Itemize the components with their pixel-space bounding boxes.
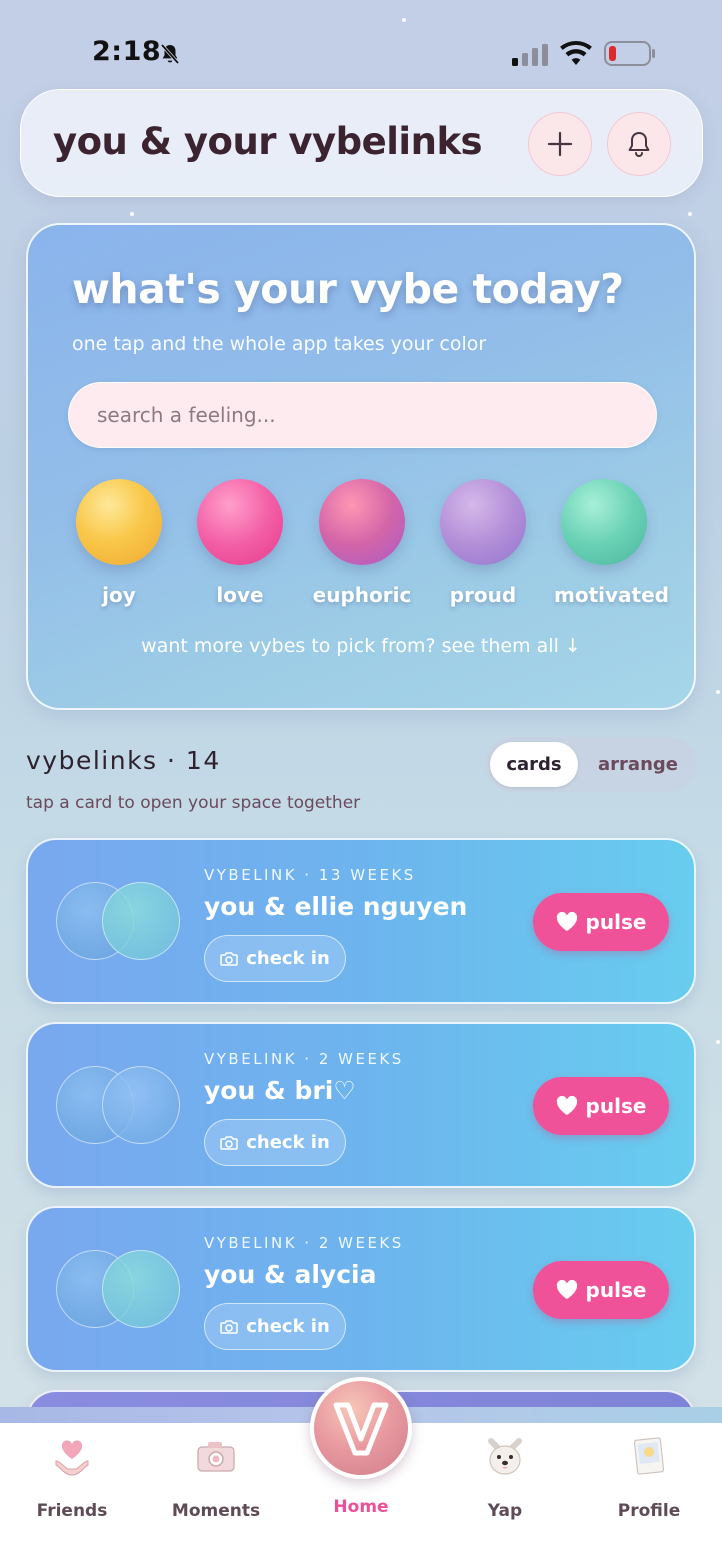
home-logo-button[interactable] — [310, 1377, 412, 1479]
mood-label: proud — [449, 583, 517, 607]
tab-label: Profile — [617, 1501, 681, 1521]
notifications-button[interactable] — [607, 112, 671, 176]
tab-label: Yap — [487, 1501, 523, 1521]
mood-option-euphoric[interactable]: euphoric — [312, 479, 412, 607]
check-in-label: check in — [246, 1316, 330, 1337]
polaroid-icon — [633, 1437, 665, 1475]
top-header: you & your vybelinks — [20, 89, 703, 197]
cards-view-tab[interactable]: cards — [490, 742, 578, 787]
sparkle — [688, 212, 692, 216]
add-vybelink-button[interactable] — [528, 112, 592, 176]
check-in-label: check in — [246, 948, 330, 969]
view-mode-toggle: cards arrange — [485, 737, 696, 792]
vybelink-meta: VYBELINK · 13 WEEKS — [204, 866, 416, 884]
pulse-label: pulse — [585, 1278, 647, 1302]
tab-label: Moments — [171, 1501, 261, 1521]
vybelink-meta: VYBELINK · 2 WEEKS — [204, 1050, 404, 1068]
mood-option-proud[interactable]: proud — [433, 479, 533, 607]
vybelinks-count-heading: vybelinks · 14 — [26, 746, 221, 775]
arrange-view-tab[interactable]: arrange — [588, 742, 688, 787]
vybelinks-hint: tap a card to open your space together — [26, 793, 361, 813]
dog-icon — [488, 1438, 522, 1475]
status-bar: 2:18 — [0, 30, 722, 76]
silent-mode-icon — [160, 43, 180, 65]
euphoric-orb-icon — [319, 479, 405, 565]
wifi-icon — [560, 40, 592, 65]
feeling-search-input[interactable] — [68, 382, 657, 448]
heart-icon — [556, 1096, 577, 1115]
sparkle — [130, 212, 134, 216]
sparkle — [716, 1040, 720, 1044]
pulse-label: pulse — [585, 1094, 647, 1118]
tab-label: Friends — [36, 1501, 108, 1521]
v-logo-icon — [333, 1402, 389, 1456]
motivated-orb-icon — [561, 479, 647, 565]
mood-label: euphoric — [312, 583, 412, 607]
vybelink-meta: VYBELINK · 2 WEEKS — [204, 1234, 404, 1252]
app-screen: 2:18 you & your vybelinks what's your vy… — [0, 0, 722, 1568]
see-all-vybes-link[interactable]: want more vybes to pick from? see them a… — [28, 635, 694, 657]
camera-icon — [220, 1319, 238, 1334]
heart-icon — [556, 1280, 577, 1299]
mood-option-joy[interactable]: joy — [69, 479, 169, 607]
home-indicator — [236, 1546, 486, 1554]
pulse-button[interactable]: pulse — [533, 1261, 669, 1319]
vybelink-name: you & ellie nguyen — [204, 892, 468, 921]
battery-low-icon — [604, 41, 655, 66]
tab-moments[interactable]: Moments — [161, 1435, 271, 1521]
cellular-signal-icon — [512, 44, 548, 66]
camera-icon — [220, 951, 238, 966]
check-in-button[interactable]: check in — [204, 935, 346, 982]
mood-option-motivated[interactable]: motivated — [554, 479, 669, 607]
vybe-picker-subtitle: one tap and the whole app takes your col… — [72, 333, 487, 355]
tab-yap[interactable]: Yap — [450, 1435, 560, 1521]
sparkle — [716, 690, 720, 694]
mood-label: love — [216, 583, 264, 607]
vybelink-card[interactable]: VYBELINK · 2 WEEKS you & bri♡ check in p… — [26, 1022, 696, 1188]
proud-orb-icon — [440, 479, 526, 565]
sparkle — [402, 18, 406, 22]
avatar-bubble — [102, 882, 180, 960]
mood-label: joy — [102, 583, 136, 607]
vybe-picker-card: what's your vybe today? one tap and the … — [26, 223, 696, 710]
love-orb-icon — [197, 479, 283, 565]
heart-icon — [556, 912, 577, 931]
status-time: 2:18 — [92, 36, 162, 67]
check-in-label: check in — [246, 1132, 330, 1153]
camera-icon — [220, 1135, 238, 1150]
camera-icon — [197, 1442, 235, 1472]
mood-option-love[interactable]: love — [190, 479, 290, 607]
tab-label: Home — [333, 1497, 389, 1517]
vybelink-card[interactable]: VYBELINK · 13 WEEKS you & ellie nguyen c… — [26, 838, 696, 1004]
pulse-button[interactable]: pulse — [533, 1077, 669, 1135]
tab-friends[interactable]: Friends — [17, 1435, 127, 1521]
bell-icon — [628, 132, 650, 157]
avatar-bubble — [102, 1250, 180, 1328]
heart-hands-icon — [55, 1440, 89, 1476]
mood-label: motivated — [554, 583, 669, 607]
joy-orb-icon — [76, 479, 162, 565]
check-in-button[interactable]: check in — [204, 1303, 346, 1350]
page-title: you & your vybelinks — [53, 120, 483, 163]
pulse-label: pulse — [585, 910, 647, 934]
avatar-bubble — [102, 1066, 180, 1144]
vybe-picker-title: what's your vybe today? — [72, 265, 624, 313]
check-in-button[interactable]: check in — [204, 1119, 346, 1166]
vybelink-name: you & alycia — [204, 1260, 377, 1289]
pulse-button[interactable]: pulse — [533, 893, 669, 951]
vybelink-name: you & bri♡ — [204, 1076, 356, 1105]
tab-profile[interactable]: Profile — [594, 1435, 704, 1521]
vybelink-card[interactable]: VYBELINK · 2 WEEKS you & alycia check in… — [26, 1206, 696, 1372]
plus-icon — [547, 131, 573, 157]
